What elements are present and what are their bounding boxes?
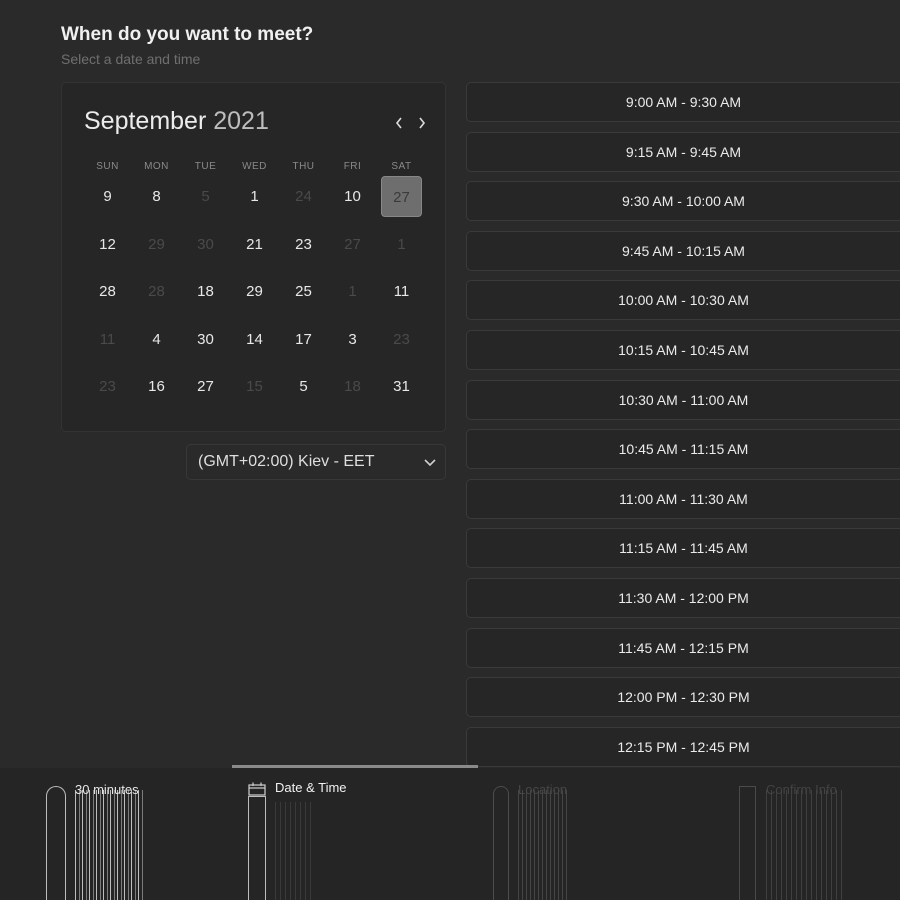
previous-month-button[interactable]: [389, 111, 409, 135]
time-slot-button[interactable]: 12:15 PM - 12:45 PM: [466, 726, 900, 767]
step-date-time[interactable]: Date & Time: [248, 768, 448, 900]
calendar-week-row: 28 28 18 29 25 1 11: [83, 271, 426, 313]
calendar-month-title: September 2021: [84, 107, 269, 136]
calendar-week-row: 9 8 5 1 24 10 27: [83, 176, 426, 218]
step-confirm-label: Confirm Info: [766, 782, 837, 797]
calendar-day: 1: [397, 236, 406, 253]
weekday-label: WED: [242, 161, 267, 172]
calendar-day[interactable]: 8: [136, 176, 177, 217]
calendar-day[interactable]: 3: [332, 319, 373, 360]
calendar-day: 24: [295, 188, 312, 205]
time-slot-button[interactable]: 9:45 AM - 10:15 AM: [466, 230, 900, 271]
step-location-pattern: [518, 790, 570, 900]
calendar-year: 2021: [213, 107, 269, 135]
timezone-select[interactable]: (GMT+02:00) Kiev - EET: [186, 444, 446, 480]
calendar-week-row: 12 29 30 21 23 27 1: [83, 224, 426, 266]
time-slot-button[interactable]: 11:30 AM - 12:00 PM: [466, 577, 900, 618]
time-slot-button[interactable]: 9:30 AM - 10:00 AM: [466, 181, 900, 222]
calendar-day: 23: [99, 378, 116, 395]
weekday-label: MON: [144, 161, 169, 172]
page-title: When do you want to meet?: [61, 24, 314, 45]
calendar-day[interactable]: 27: [185, 366, 226, 407]
calendar-day[interactable]: 14: [234, 319, 275, 360]
calendar-day[interactable]: 9: [87, 176, 128, 217]
weekday-label: FRI: [343, 161, 362, 172]
calendar-day[interactable]: 17: [283, 319, 324, 360]
calendar-day: 30: [197, 236, 214, 253]
step-date-time-marker: [248, 796, 266, 900]
calendar-day: 15: [246, 378, 263, 395]
calendar-day[interactable]: 11: [381, 271, 422, 312]
weekday-label: TUE: [194, 161, 217, 172]
calendar-day[interactable]: 16: [136, 366, 177, 407]
booking-steps-bar: 30 minutes Date & Time Location Confirm …: [0, 768, 900, 900]
step-duration-label: 30 minutes: [75, 782, 139, 797]
time-slot-button[interactable]: 10:45 AM - 11:15 AM: [466, 429, 900, 470]
calendar-day[interactable]: 28: [87, 271, 128, 312]
calendar-week-row: 11 4 30 14 17 3 23: [83, 319, 426, 361]
calendar-day: 11: [99, 331, 116, 348]
calendar-icon: [248, 782, 266, 796]
page-subtitle: Select a date and time: [61, 51, 201, 67]
time-slot-list: 9:00 AM - 9:30 AM 9:15 AM - 9:45 AM 9:30 A…: [466, 82, 900, 776]
calendar-day-selected[interactable]: 27: [381, 176, 422, 217]
weekday-header-row: SUN MON TUE WED THU FRI SAT: [83, 161, 426, 172]
calendar-day: 28: [148, 283, 165, 300]
calendar-day[interactable]: 29: [234, 271, 275, 312]
calendar-day: 23: [393, 331, 410, 348]
calendar-day[interactable]: 4: [136, 319, 177, 360]
time-slot-button[interactable]: 11:15 AM - 11:45 AM: [466, 528, 900, 569]
calendar-day[interactable]: 1: [234, 176, 275, 217]
step-duration[interactable]: 30 minutes: [45, 768, 225, 900]
step-location-label: Location: [518, 782, 568, 797]
step-date-time-pattern: [275, 802, 315, 900]
calendar-week-row: 23 16 27 15 5 18 31: [83, 366, 426, 408]
weekday-label: SAT: [391, 161, 412, 172]
time-slot-button[interactable]: 10:30 AM - 11:00 AM: [466, 379, 900, 420]
step-duration-pattern: [75, 790, 143, 900]
time-slot-button[interactable]: 9:00 AM - 9:30 AM: [466, 82, 900, 122]
calendar-day[interactable]: 25: [283, 271, 324, 312]
step-confirm-info[interactable]: Confirm Info: [738, 768, 900, 900]
step-location[interactable]: Location: [492, 768, 692, 900]
next-month-button[interactable]: [412, 111, 432, 135]
calendar-day[interactable]: 31: [381, 366, 422, 407]
calendar-day[interactable]: 30: [185, 319, 226, 360]
calendar-day: 27: [344, 236, 361, 253]
step-confirm-pattern: [766, 790, 844, 900]
time-slot-button[interactable]: 10:00 AM - 10:30 AM: [466, 280, 900, 321]
calendar-day[interactable]: 12: [87, 224, 128, 265]
calendar-day[interactable]: 5: [283, 366, 324, 407]
time-slot-button[interactable]: 9:15 AM - 9:45 AM: [466, 131, 900, 172]
calendar-day: 1: [348, 283, 357, 300]
calendar-day: 5: [201, 188, 210, 205]
step-date-time-label: Date & Time: [275, 780, 347, 795]
calendar-month: September: [84, 107, 207, 135]
calendar-day[interactable]: 10: [332, 176, 373, 217]
active-step-indicator: [232, 765, 478, 768]
calendar-day: 29: [148, 236, 165, 253]
weekday-label: THU: [292, 161, 315, 172]
step-location-marker: [493, 786, 509, 900]
calendar: September 2021 SUN MON TUE WED THU FRI SAT 98 5…: [61, 82, 446, 432]
time-slot-button[interactable]: 11:00 AM - 11:30 AM: [466, 478, 900, 519]
calendar-day: 18: [344, 378, 361, 395]
step-confirm-marker: [739, 786, 756, 900]
chevron-left-icon: [395, 117, 402, 129]
calendar-day[interactable]: 23: [283, 224, 324, 265]
time-slot-button[interactable]: 11:45 AM - 12:15 PM: [466, 627, 900, 668]
time-slot-button[interactable]: 12:00 PM - 12:30 PM: [466, 677, 900, 718]
step-duration-marker: [46, 786, 66, 900]
chevron-down-icon: [424, 459, 436, 467]
time-slot-button[interactable]: 10:15 AM - 10:45 AM: [466, 329, 900, 370]
timezone-value: (GMT+02:00) Kiev - EET: [198, 453, 375, 470]
weekday-label: SUN: [96, 161, 119, 172]
calendar-day[interactable]: 18: [185, 271, 226, 312]
page-heading: When do you want to meet? Select a date …: [61, 22, 313, 68]
chevron-right-icon: [419, 117, 426, 129]
calendar-day[interactable]: 21: [234, 224, 275, 265]
